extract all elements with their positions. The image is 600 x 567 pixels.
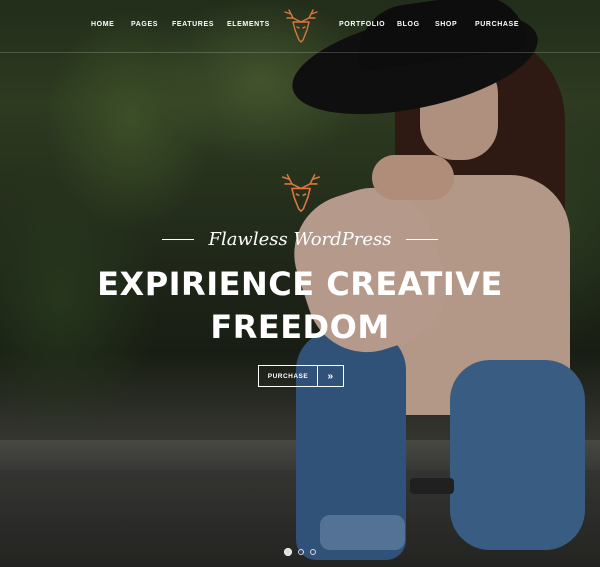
slider-dot-2[interactable] xyxy=(298,549,304,555)
purchase-button-group: PURCHASE » xyxy=(258,365,344,387)
headline-line-2: FREEDOM xyxy=(210,308,390,346)
nav-item-home[interactable]: HOME xyxy=(91,21,114,28)
slider-pagination xyxy=(284,548,316,556)
headline-line-1: EXPIRIENCE CREATIVE xyxy=(97,265,503,303)
purchase-button[interactable]: PURCHASE xyxy=(258,365,318,387)
nav-item-pages[interactable]: PAGES xyxy=(131,21,158,28)
nav-item-purchase[interactable]: PURCHASE xyxy=(475,21,519,28)
slider-dot-3[interactable] xyxy=(310,549,316,555)
tagline-row: Flawless WordPress xyxy=(0,229,600,250)
nav-item-shop[interactable]: SHOP xyxy=(435,21,457,28)
tagline: Flawless WordPress xyxy=(208,229,392,250)
nav-item-features[interactable]: FEATURES xyxy=(172,21,214,28)
nav-item-elements[interactable]: ELEMENTS xyxy=(227,21,270,28)
main-navigation: HOME PAGES FEATURES ELEMENTS PORTFOLIO B… xyxy=(0,0,600,53)
deer-head-icon xyxy=(282,174,320,212)
double-chevron-right-icon[interactable]: » xyxy=(318,365,344,387)
tagline-divider-right xyxy=(405,239,438,240)
nav-item-portfolio[interactable]: PORTFOLIO xyxy=(339,21,385,28)
hero-section: HOME PAGES FEATURES ELEMENTS PORTFOLIO B… xyxy=(0,0,600,567)
tagline-divider-left xyxy=(162,239,194,240)
slider-dot-1[interactable] xyxy=(284,548,292,556)
deer-head-icon[interactable] xyxy=(279,6,323,46)
nav-item-blog[interactable]: BLOG xyxy=(397,21,420,28)
